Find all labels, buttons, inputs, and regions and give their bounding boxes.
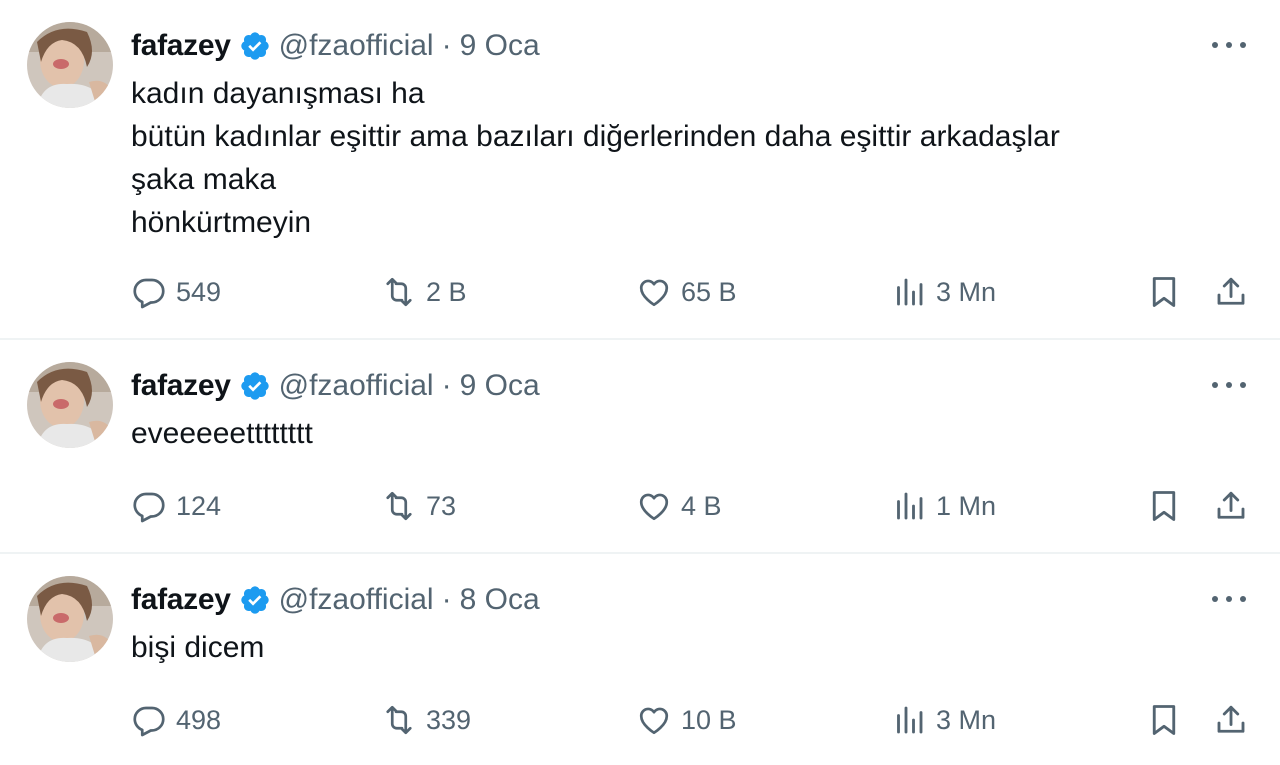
tweet-header: fafazey @fzaofficial · 9 Oca bbox=[131, 366, 540, 406]
avatar[interactable] bbox=[27, 362, 113, 448]
tweet-text: bişi dicem bbox=[131, 626, 264, 669]
repost-icon bbox=[386, 705, 412, 735]
like-button[interactable]: 65 B bbox=[636, 272, 737, 312]
tweet-date[interactable]: 9 Oca bbox=[460, 369, 540, 403]
repost-count: 2 B bbox=[426, 276, 467, 307]
separator-dot: · bbox=[441, 583, 452, 616]
repost-count: 339 bbox=[426, 704, 472, 735]
repost-button[interactable]: 2 B bbox=[381, 272, 467, 312]
tweet-date[interactable]: 8 Oca bbox=[460, 583, 540, 617]
tweet-text-line: bütün kadınlar eşittir ama bazıları diğe… bbox=[131, 120, 1060, 153]
tweet-text-line: şaka maka bbox=[131, 163, 277, 196]
repost-icon bbox=[386, 491, 412, 521]
share-button[interactable] bbox=[1213, 272, 1249, 312]
reply-button[interactable]: 124 bbox=[131, 486, 221, 526]
share-icon bbox=[1217, 491, 1245, 519]
views-icon bbox=[897, 706, 923, 734]
like-button[interactable]: 4 B bbox=[636, 486, 722, 526]
like-count: 4 B bbox=[681, 490, 722, 521]
verified-badge-icon bbox=[239, 584, 271, 616]
view-count: 1 Mn bbox=[936, 490, 997, 521]
reply-icon bbox=[133, 492, 165, 523]
like-count: 65 B bbox=[681, 276, 737, 307]
tweet-header: fafazey @fzaofficial · 8 Oca bbox=[131, 580, 540, 620]
verified-badge-icon bbox=[239, 370, 271, 402]
author-name[interactable]: fafazey bbox=[131, 369, 231, 403]
share-icon bbox=[1217, 277, 1245, 305]
avatar[interactable] bbox=[27, 576, 113, 662]
reply-icon bbox=[133, 706, 165, 737]
more-options-icon[interactable] bbox=[1212, 588, 1246, 610]
tweet-date[interactable]: 9 Oca bbox=[460, 29, 540, 63]
more-options-icon[interactable] bbox=[1212, 374, 1246, 396]
views-button[interactable]: 3 Mn bbox=[891, 700, 996, 740]
more-options-icon[interactable] bbox=[1212, 34, 1246, 56]
tweet[interactable]: fafazey @fzaofficial · 9 Oca eveeeeetttt… bbox=[0, 340, 1280, 552]
reply-button[interactable]: 498 bbox=[131, 700, 221, 740]
author-handle[interactable]: @fzaofficial bbox=[279, 29, 434, 63]
bookmark-icon bbox=[1152, 277, 1176, 307]
separator-dot: · bbox=[441, 29, 452, 62]
tweet[interactable]: fafazey @fzaofficial · 9 Oca kadın dayan… bbox=[0, 0, 1280, 338]
tweet-text-line: bişi dicem bbox=[131, 631, 265, 664]
tweet-text-line: kadın dayanışması ha bbox=[131, 77, 425, 110]
heart-icon bbox=[639, 493, 669, 521]
bookmark-button[interactable] bbox=[1146, 272, 1182, 312]
like-button[interactable]: 10 B bbox=[636, 700, 737, 740]
view-count: 3 Mn bbox=[936, 704, 997, 735]
reply-count: 124 bbox=[176, 490, 222, 521]
repost-button[interactable]: 73 bbox=[381, 486, 456, 526]
bookmark-button[interactable] bbox=[1146, 486, 1182, 526]
repost-count: 73 bbox=[426, 490, 457, 521]
bookmark-icon bbox=[1152, 705, 1176, 735]
view-count: 3 Mn bbox=[936, 276, 997, 307]
reply-count: 498 bbox=[176, 704, 222, 735]
tweet-actions: 124 73 4 B 1 Mn bbox=[131, 486, 1251, 526]
views-icon bbox=[897, 278, 923, 306]
share-button[interactable] bbox=[1213, 700, 1249, 740]
author-name[interactable]: fafazey bbox=[131, 583, 231, 617]
heart-icon bbox=[639, 707, 669, 735]
tweet-header: fafazey @fzaofficial · 9 Oca bbox=[131, 26, 540, 66]
reply-count: 549 bbox=[176, 276, 222, 307]
like-count: 10 B bbox=[681, 704, 737, 735]
separator-dot: · bbox=[441, 369, 452, 402]
author-name[interactable]: fafazey bbox=[131, 29, 231, 63]
share-button[interactable] bbox=[1213, 486, 1249, 526]
repost-icon bbox=[386, 277, 412, 307]
tweet-text: eveeeeetttttttt bbox=[131, 412, 313, 455]
verified-badge-icon bbox=[239, 30, 271, 62]
bookmark-icon bbox=[1152, 491, 1176, 521]
author-handle[interactable]: @fzaofficial bbox=[279, 583, 434, 617]
tweet-actions: 549 2 B 65 B 3 Mn bbox=[131, 272, 1251, 312]
reply-icon bbox=[133, 278, 165, 309]
views-button[interactable]: 1 Mn bbox=[891, 486, 996, 526]
share-icon bbox=[1217, 705, 1245, 733]
tweet[interactable]: fafazey @fzaofficial · 8 Oca bişi dicem … bbox=[0, 554, 1280, 765]
reply-button[interactable]: 549 bbox=[131, 272, 221, 312]
author-handle[interactable]: @fzaofficial bbox=[279, 369, 434, 403]
views-button[interactable]: 3 Mn bbox=[891, 272, 996, 312]
views-icon bbox=[897, 492, 923, 520]
heart-icon bbox=[639, 279, 669, 307]
tweet-actions: 498 339 10 B 3 Mn bbox=[131, 700, 1251, 740]
tweet-text-line: hönkürtmeyin bbox=[131, 206, 312, 239]
repost-button[interactable]: 339 bbox=[381, 700, 471, 740]
tweet-text: kadın dayanışması ha bütün kadınlar eşit… bbox=[131, 72, 1060, 244]
avatar[interactable] bbox=[27, 22, 113, 108]
bookmark-button[interactable] bbox=[1146, 700, 1182, 740]
tweet-text-line: eveeeeetttttttt bbox=[131, 417, 313, 450]
